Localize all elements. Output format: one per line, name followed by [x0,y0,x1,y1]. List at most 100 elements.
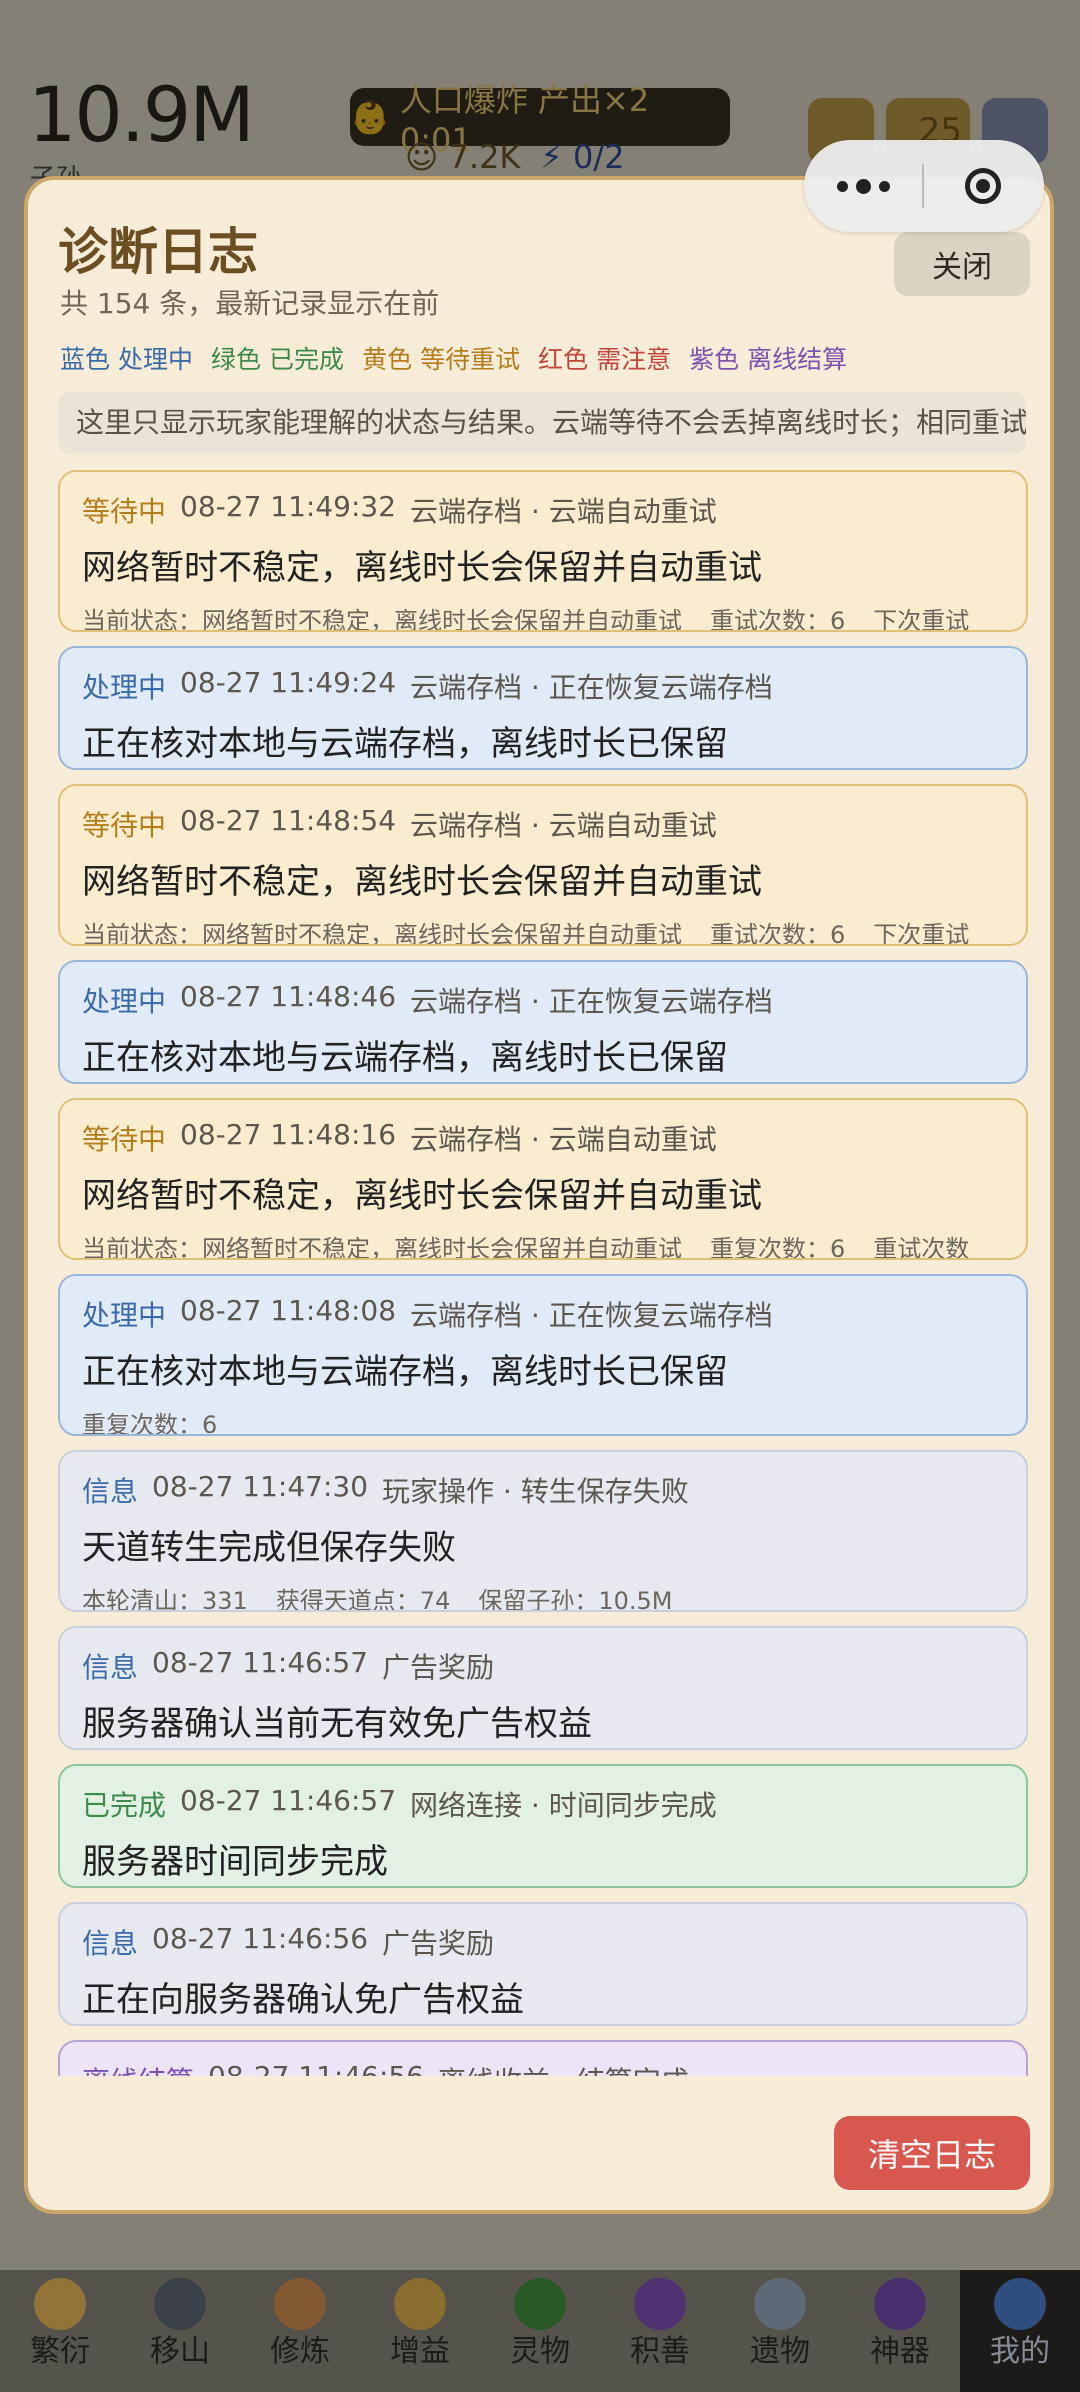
log-message: 网络暂时不稳定，离线时长会保留并自动重试 [82,548,762,588]
log-source: 网络连接 · 时间同步完成 [410,1789,717,1822]
log-entry[interactable]: 等待中 08-27 11:49:32 云端存档 · 云端自动重试网络暂时不稳定，离线… [58,470,1028,632]
log-entry[interactable]: 信息 08-27 11:46:57 广告奖励 服务器确认当前无有效免广告权益 [58,1626,1028,1750]
log-status-tag: 已完成 [82,1789,167,1822]
more-menu-button[interactable] [804,178,922,194]
log-detail-item: 重复次数：6 [710,1235,846,1260]
log-entry-meta: 等待中 08-27 11:48:54 云端存档 · 云端自动重试 [82,804,1004,844]
legend-item: 紫色 离线结算 [689,340,847,376]
clear-log-button[interactable]: 清空日志 [834,2116,1030,2190]
nav-tab[interactable]: 积善 [600,2270,720,2392]
legend-meaning: 已完成 [269,345,345,374]
info-notice: 这里只显示玩家能理解的状态与结果。云端等待不会丢掉离线时长；相同重试 [58,392,1026,454]
nav-tab-label: 修炼 [270,2334,330,2369]
nav-tab-label: 增益 [390,2334,450,2369]
log-detail-item: 当前状态：网络暂时不稳定，离线时长会保留并自动重试 [82,607,682,632]
log-detail-item: 重试次数：6 [710,607,846,632]
nav-tab[interactable]: 繁衍 [0,2270,120,2392]
log-entry[interactable]: 处理中 08-27 11:49:24 云端存档 · 正在恢复云端存档 正在核对本地与云… [58,646,1028,770]
miniprogram-capsule [804,140,1044,232]
log-timestamp: 08-27 11:46:56 [152,1922,369,1955]
log-details: 当前状态：网络暂时不稳定，离线时长会保留并自动重试 重试次数：6 下次重试 [82,915,1004,946]
log-timestamp: 08-27 11:48:54 [180,804,397,837]
log-detail-item: 获得天道点：74 [275,1587,451,1612]
baby-icon [34,2278,86,2330]
nav-tab[interactable]: 神器 [840,2270,960,2392]
log-entry[interactable]: 信息 08-27 11:47:30 玩家操作 · 转生保存失败天道转生完成但保存失败… [58,1450,1028,1612]
meditate-icon [274,2278,326,2330]
log-status-tag: 等待中 [82,495,167,528]
log-entry[interactable]: 处理中 08-27 11:48:08 云端存档 · 正在恢复云端存档 正在核对本地与云… [58,1274,1028,1436]
log-entry-meta: 处理中 08-27 11:49:24 云端存档 · 正在恢复云端存档 [82,666,1004,706]
nav-tab-label: 遗物 [750,2334,810,2369]
legend-color-name: 黄色 [362,345,413,374]
log-source: 云端存档 · 云端自动重试 [410,495,717,528]
log-details: 本轮清山：331 获得天道点：74 保留子孙：10.5M [82,1581,1004,1612]
nav-tab[interactable]: 遗物 [720,2270,840,2392]
nav-tab[interactable]: 移山 [120,2270,240,2392]
nav-tab[interactable]: 修炼 [240,2270,360,2392]
log-entry-meta: 等待中 08-27 11:48:16 云端存档 · 云端自动重试 [82,1118,1004,1158]
log-timestamp: 08-27 11:48:16 [180,1118,397,1151]
log-source: 云端存档 · 正在恢复云端存档 [410,1299,773,1332]
legend-color-name: 紫色 [689,345,740,374]
log-message: 正在核对本地与云端存档，离线时长已保留 [82,1038,728,1078]
legend-item: 红色 需注意 [538,340,671,376]
log-message: 服务器时间同步完成 [82,1842,388,1882]
log-source: 广告奖励 [382,1651,495,1684]
log-message: 网络暂时不稳定，离线时长会保留并自动重试 [82,1176,762,1216]
legend-item: 绿色 已完成 [211,340,344,376]
log-timestamp: 08-27 11:47:30 [152,1470,369,1503]
log-timestamp: 08-27 11:48:46 [180,980,397,1013]
log-message: 正在核对本地与云端存档，离线时长已保留 [82,1352,728,1392]
log-entry[interactable]: 等待中 08-27 11:48:54 云端存档 · 云端自动重试 网络暂时不稳定，离线… [58,784,1028,946]
log-entry[interactable]: 已完成 08-27 11:46:57 网络连接 · 时间同步完成 服务器时间同步完成 [58,1764,1028,1888]
legend-meaning: 需注意 [596,345,672,374]
cloud-icon [754,2278,806,2330]
log-status-tag: 信息 [82,1475,139,1508]
log-timestamp: 08-27 11:46:57 [180,1784,397,1817]
legend-item: 蓝色 处理中 [60,340,193,376]
log-detail-item: 重试次数 [873,1235,970,1260]
log-status-tag: 离线结算 [82,2060,194,2076]
log-message: 天道转生完成但保存失败 [82,1528,456,1568]
log-details: 当前状态：网络暂时不稳定，离线时长会保留并自动重试 重试次数：6 下次重试 [82,601,1004,632]
log-entry[interactable]: 信息 08-27 11:46:56 广告奖励 正在向服务器确认免广告权益 [58,1902,1028,2026]
log-status-tag: 信息 [82,1651,139,1684]
log-entry-meta: 信息 08-27 11:46:57 广告奖励 [82,1646,1004,1686]
color-legend: 蓝色 处理中 绿色 已完成 黄色 等待重试 红色 需注意 紫色 离线结算 [60,340,847,376]
tree-icon [514,2278,566,2330]
fleur-icon [874,2278,926,2330]
log-source: 云端存档 · 云端自动重试 [410,809,717,842]
dot-icon [855,178,871,194]
legend-color-name: 红色 [538,345,589,374]
close-button[interactable]: 关闭 [894,232,1030,296]
log-entry[interactable]: 处理中 08-27 11:48:46 云端存档 · 正在恢复云端存档 正在核对本地与云… [58,960,1028,1084]
nav-tab-label: 灵物 [510,2334,570,2369]
nav-tab[interactable]: 我的 [960,2270,1080,2392]
log-status-tag: 等待中 [82,1123,167,1156]
exit-miniprogram-button[interactable] [924,168,1042,204]
log-timestamp: 08-27 11:49:24 [180,666,397,699]
nav-tab-label: 我的 [990,2334,1050,2369]
log-status-tag: 等待中 [82,809,167,842]
log-detail-item: 重试次数：6 [710,921,846,946]
log-entry[interactable]: 等待中 08-27 11:48:16 云端存档 · 云端自动重试网络暂时不稳定，离线… [58,1098,1028,1260]
log-source: 云端存档 · 云端自动重试 [410,1123,717,1156]
nav-tab[interactable]: 增益 [360,2270,480,2392]
log-list[interactable]: 等待中 08-27 11:49:32 云端存档 · 云端自动重试 网络暂时不稳定，离线… [58,470,1028,2076]
dot-icon [836,180,848,192]
nav-tab[interactable]: 灵物 [480,2270,600,2392]
mountain-icon [154,2278,206,2330]
log-detail-item: 当前状态：网络暂时不稳定，离线时长会保留并自动重试 [82,921,682,946]
log-timestamp: 08-27 11:49:32 [180,490,397,523]
log-entry[interactable]: 离线结算 08-27 11:46:56 离线收益 · 结算完成 [58,2040,1028,2076]
nav-tab-label: 积善 [630,2334,690,2369]
dot-icon [878,180,890,192]
log-source: 广告奖励 [382,1927,495,1960]
log-status-tag: 处理中 [82,985,167,1018]
log-entry-meta: 处理中 08-27 11:48:46 云端存档 · 正在恢复云端存档 [82,980,1004,1020]
log-message: 正在核对本地与云端存档，离线时长已保留 [82,724,728,764]
legend-meaning: 等待重试 [420,345,521,374]
money-bag-icon [394,2278,446,2330]
log-source: 玩家操作 · 转生保存失败 [382,1475,689,1508]
